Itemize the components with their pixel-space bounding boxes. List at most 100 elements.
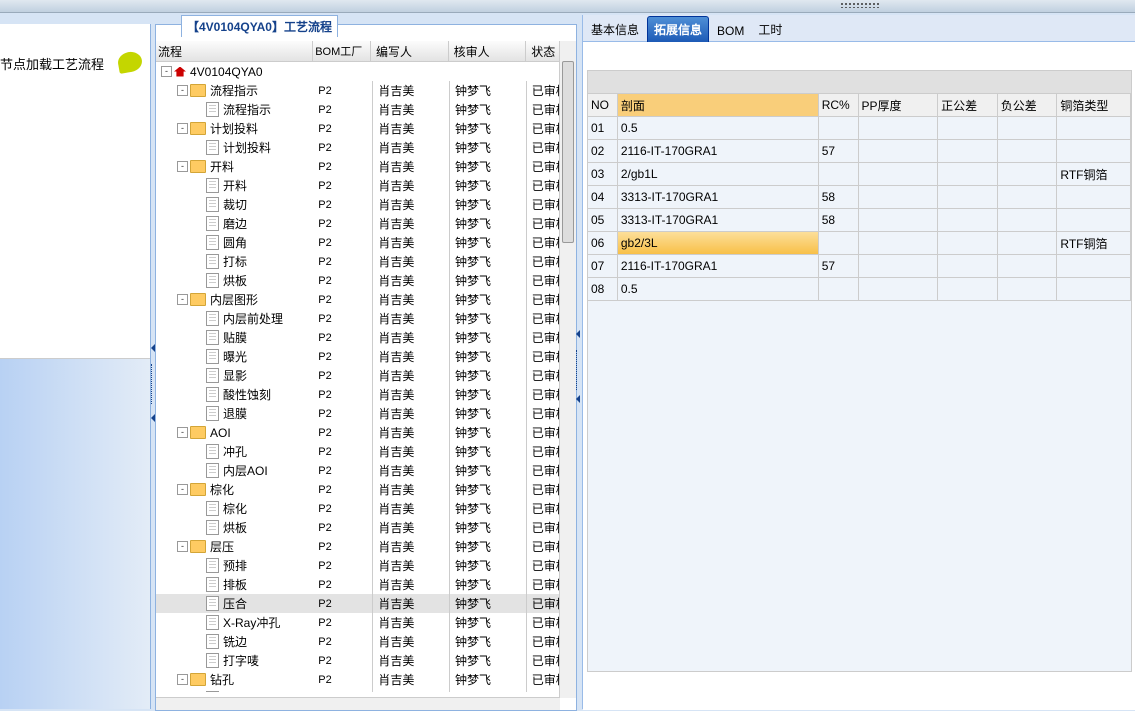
cell-pos[interactable] [938, 255, 998, 277]
cell-no[interactable]: 05 [588, 209, 618, 231]
cell-pp[interactable] [859, 163, 939, 185]
tree-row[interactable]: 退膜 P2 肖吉美 钟梦飞 已审核 [156, 404, 576, 423]
cell-profile[interactable]: 3313-IT-170GRA1 [618, 209, 819, 231]
tree-row[interactable]: 显影 P2 肖吉美 钟梦飞 已审核 [156, 366, 576, 385]
header-reviewer[interactable]: 核审人 [449, 41, 527, 61]
tree-row[interactable]: 裁切 P2 肖吉美 钟梦飞 已审核 [156, 195, 576, 214]
vertical-scrollbar[interactable] [559, 41, 576, 698]
cell-rc[interactable]: 57 [819, 140, 859, 162]
grid-header-foil[interactable]: 铜箔类型 [1057, 94, 1131, 116]
cell-pp[interactable] [859, 232, 939, 254]
speech-bubble-icon[interactable] [116, 50, 144, 74]
cell-pp[interactable] [859, 278, 939, 300]
tree-row[interactable]: 圆角 P2 肖吉美 钟梦飞 已审核 [156, 233, 576, 252]
cell-foil[interactable] [1057, 209, 1131, 231]
grid-row[interactable]: 02 2116-IT-170GRA1 57 [588, 140, 1131, 163]
tree-row[interactable]: 计划投料 P2 肖吉美 钟梦飞 已审核 [156, 138, 576, 157]
extended-info-grid[interactable]: NO 剖面 RC% PP厚度 正公差 负公差 铜箔类型 01 0.5 02 2116-… [587, 70, 1132, 672]
cell-foil[interactable] [1057, 117, 1131, 139]
tab-basic-info[interactable]: 基本信息 [585, 17, 645, 42]
cell-neg[interactable] [998, 255, 1058, 277]
cell-pp[interactable] [859, 186, 939, 208]
cell-profile[interactable]: 0.5 [618, 117, 819, 139]
tree-row[interactable]: - 开料 P2 肖吉美 钟梦飞 已审核 [156, 157, 576, 176]
tree-row[interactable]: - 流程指示 P2 肖吉美 钟梦飞 已审核 [156, 81, 576, 100]
tree-row[interactable]: 打标 P2 肖吉美 钟梦飞 已审核 [156, 252, 576, 271]
cell-neg[interactable] [998, 278, 1058, 300]
grid-row[interactable]: 05 3313-IT-170GRA1 58 [588, 209, 1131, 232]
cell-foil[interactable]: RTF铜箔 [1057, 232, 1131, 254]
cell-neg[interactable] [998, 163, 1058, 185]
cell-rc[interactable]: 57 [819, 255, 859, 277]
cell-no[interactable]: 02 [588, 140, 618, 162]
grid-header-no[interactable]: NO [588, 94, 618, 116]
collapse-icon[interactable]: - [177, 674, 188, 685]
cell-pos[interactable] [938, 186, 998, 208]
cell-rc[interactable]: 58 [819, 209, 859, 231]
tree-row[interactable]: 开料 P2 肖吉美 钟梦飞 已审核 [156, 176, 576, 195]
tree-row[interactable]: 贴膜 P2 肖吉美 钟梦飞 已审核 [156, 328, 576, 347]
collapse-icon[interactable]: - [177, 294, 188, 305]
tree-row[interactable]: 内层AOI P2 肖吉美 钟梦飞 已审核 [156, 461, 576, 480]
collapse-icon[interactable]: - [177, 484, 188, 495]
cell-foil[interactable] [1057, 278, 1131, 300]
collapse-icon[interactable]: - [177, 85, 188, 96]
grid-row[interactable]: 03 2/gb1L RTF铜箔 [588, 163, 1131, 186]
cell-pp[interactable] [859, 140, 939, 162]
cell-pp[interactable] [859, 209, 939, 231]
header-writer[interactable]: 编写人 [371, 41, 449, 61]
scroll-thumb[interactable] [562, 61, 574, 243]
cell-rc[interactable] [819, 278, 859, 300]
cell-no[interactable]: 07 [588, 255, 618, 277]
header-bom[interactable]: BOM工厂 [313, 41, 371, 61]
grid-header-neg[interactable]: 负公差 [998, 94, 1058, 116]
tree-row[interactable]: 内层前处理 P2 肖吉美 钟梦飞 已审核 [156, 309, 576, 328]
cell-pos[interactable] [938, 163, 998, 185]
tree-row[interactable]: 预排 P2 肖吉美 钟梦飞 已审核 [156, 556, 576, 575]
cell-neg[interactable] [998, 186, 1058, 208]
header-flow[interactable]: 流程 [156, 41, 314, 61]
grid-header-profile[interactable]: 剖面 [617, 94, 819, 116]
cell-profile[interactable]: 0.5 [618, 278, 819, 300]
cell-foil[interactable]: RTF铜箔 [1057, 163, 1131, 185]
tree-row[interactable]: 压合 P2 肖吉美 钟梦飞 已审核 [156, 594, 576, 613]
cell-profile[interactable]: 2116-IT-170GRA1 [618, 255, 819, 277]
tab-hours[interactable]: 工时 [752, 17, 788, 42]
cell-profile[interactable]: gb2/3L [617, 232, 819, 254]
cell-rc[interactable] [819, 117, 859, 139]
tree-row[interactable]: - 内层图形 P2 肖吉美 钟梦飞 已审核 [156, 290, 576, 309]
grid-header-pos[interactable]: 正公差 [938, 94, 998, 116]
cell-profile[interactable]: 2116-IT-170GRA1 [618, 140, 819, 162]
cell-no[interactable]: 06 [588, 232, 618, 254]
tree-row[interactable]: - 层压 P2 肖吉美 钟梦飞 已审核 [156, 537, 576, 556]
tab-bom[interactable]: BOM [711, 20, 750, 42]
cell-neg[interactable] [998, 140, 1058, 162]
cell-pos[interactable] [938, 140, 998, 162]
tree-row[interactable]: 烘板 P2 肖吉美 钟梦飞 已审核 [156, 518, 576, 537]
cell-pp[interactable] [859, 255, 939, 277]
cell-neg[interactable] [998, 209, 1058, 231]
cell-neg[interactable] [998, 117, 1058, 139]
tree-row[interactable]: 曝光 P2 肖吉美 钟梦飞 已审核 [156, 347, 576, 366]
tree-row[interactable]: 酸性蚀刻 P2 肖吉美 钟梦飞 已审核 [156, 385, 576, 404]
tree-row[interactable]: X-Ray冲孔 P2 肖吉美 钟梦飞 已审核 [156, 613, 576, 632]
grid-row[interactable]: 04 3313-IT-170GRA1 58 [588, 186, 1131, 209]
tree-row[interactable]: 磨边 P2 肖吉美 钟梦飞 已审核 [156, 214, 576, 233]
collapse-icon[interactable]: - [177, 123, 188, 134]
collapse-icon[interactable]: - [177, 427, 188, 438]
collapse-icon[interactable]: - [177, 541, 188, 552]
cell-rc[interactable]: 58 [819, 186, 859, 208]
cell-pos[interactable] [938, 278, 998, 300]
cell-pp[interactable] [859, 117, 939, 139]
cell-no[interactable]: 01 [588, 117, 618, 139]
cell-pos[interactable] [938, 117, 998, 139]
splitter-handle[interactable] [840, 2, 880, 8]
cell-neg[interactable] [998, 232, 1058, 254]
cell-foil[interactable] [1057, 186, 1131, 208]
cell-rc[interactable] [819, 163, 859, 185]
grid-header-pp[interactable]: PP厚度 [859, 94, 939, 116]
tree-row[interactable]: 棕化 P2 肖吉美 钟梦飞 已审核 [156, 499, 576, 518]
grid-row[interactable]: 07 2116-IT-170GRA1 57 [588, 255, 1131, 278]
grid-row[interactable]: 01 0.5 [588, 117, 1131, 140]
tree-row[interactable]: - 棕化 P2 肖吉美 钟梦飞 已审核 [156, 480, 576, 499]
